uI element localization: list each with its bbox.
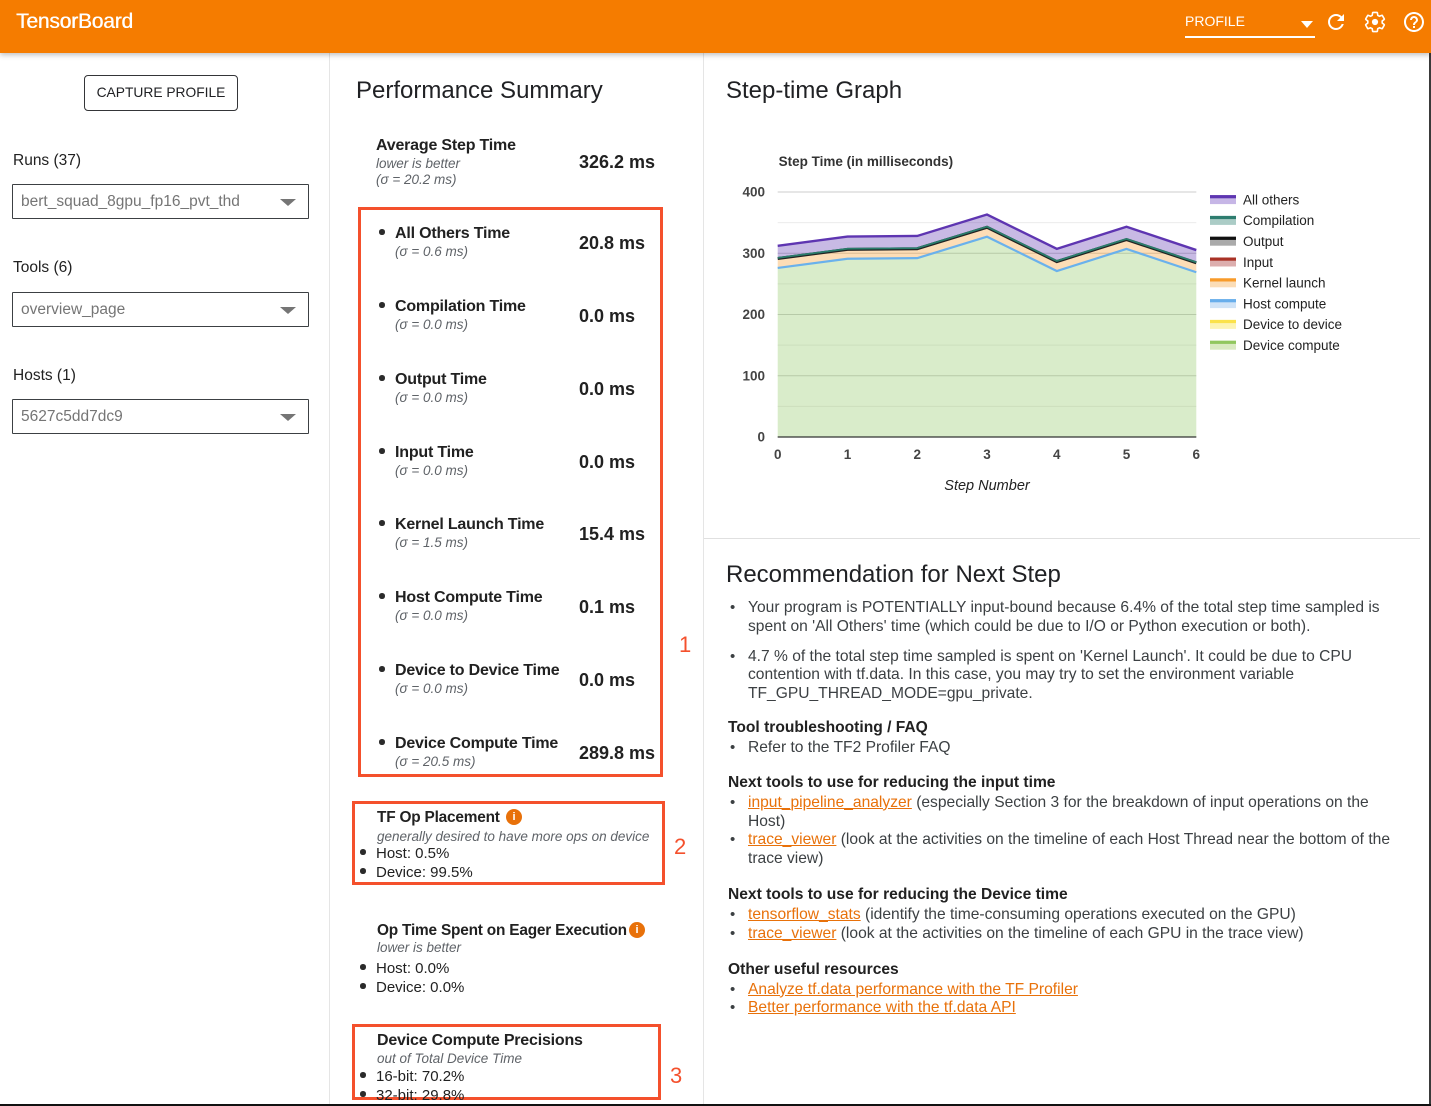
svg-text:Step Number: Step Number — [944, 478, 1031, 494]
svg-text:Host compute: Host compute — [1243, 296, 1326, 311]
svg-text:Output: Output — [1243, 234, 1284, 249]
svg-text:200: 200 — [742, 307, 765, 322]
svg-text:300: 300 — [742, 246, 765, 261]
svg-text:0: 0 — [774, 447, 782, 462]
svg-text:Input: Input — [1243, 255, 1273, 270]
svg-text:4: 4 — [1053, 447, 1061, 462]
svg-text:All others: All others — [1243, 192, 1300, 207]
svg-text:6: 6 — [1193, 447, 1201, 462]
svg-text:2: 2 — [913, 447, 921, 462]
svg-text:3: 3 — [983, 447, 991, 462]
svg-text:Step Time (in milliseconds): Step Time (in milliseconds) — [779, 154, 954, 169]
svg-text:Kernel launch: Kernel launch — [1243, 276, 1326, 291]
svg-text:Compilation: Compilation — [1243, 213, 1314, 228]
svg-text:Device compute: Device compute — [1243, 338, 1340, 353]
svg-text:Device to device: Device to device — [1243, 317, 1342, 332]
svg-text:0: 0 — [757, 430, 765, 445]
svg-text:1: 1 — [844, 447, 852, 462]
svg-text:100: 100 — [742, 368, 765, 383]
svg-text:5: 5 — [1123, 447, 1131, 462]
svg-text:400: 400 — [742, 185, 765, 200]
